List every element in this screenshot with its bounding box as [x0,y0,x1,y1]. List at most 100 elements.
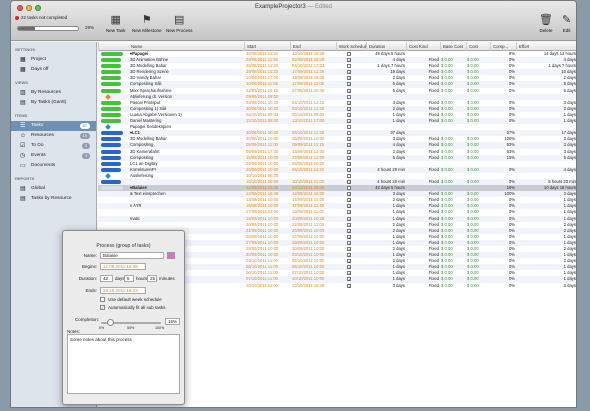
work-schedule-checkbox[interactable]: ✓ [347,228,351,233]
work-schedule-checkbox[interactable]: ✓ [347,137,351,142]
work-schedule-checkbox[interactable]: ✓ [347,240,351,245]
name-field[interactable]: Balaise [100,252,164,259]
work-schedule-checkbox[interactable]: ✓ [347,204,351,209]
auto-fit-checkbox[interactable]: ✓ [100,305,105,310]
column-header-end[interactable]: End [290,42,336,51]
sidebar-item-events[interactable]: ◷ Events 3 [11,151,96,161]
completion-tick-0: 0% [99,326,105,330]
work-schedule-checkbox[interactable]: ✓ [347,192,351,197]
sidebar-item-tasks-by-resource[interactable]: ▤ Tasks by Resource [11,194,96,204]
work-schedule-checkbox[interactable]: ✓ [347,161,351,166]
work-schedule-checkbox[interactable] [347,125,351,130]
column-header-start[interactable]: Start [244,42,290,51]
work-schedule-checkbox[interactable]: ✓ [347,247,351,252]
sidebar-item-global[interactable]: ▤ Global [11,184,96,194]
cell-comp[interactable]: 0% [491,283,515,289]
resources-icon: ☺ [20,133,27,139]
default-week-checkbox[interactable] [100,297,105,302]
sidebar-item-todo[interactable]: ☑ To Do 3 [11,141,96,151]
new-milestone-button[interactable]: ⚑ New Milestone [132,14,162,33]
notes-textarea[interactable]: Some notes about this process [67,334,180,394]
work-schedule-checkbox[interactable]: ✓ [347,119,351,124]
work-schedule-checkbox[interactable]: ✓ [347,82,351,87]
work-schedule-checkbox[interactable]: ✓ [347,155,351,160]
completion-slider[interactable] [101,319,161,326]
work-schedule-checkbox[interactable]: ✓ [347,277,351,282]
task-color-bar [101,64,121,69]
column-header-effort[interactable]: Effort [516,42,576,51]
column-header-base-cost[interactable]: Base Cost [440,42,466,51]
work-schedule-checkbox[interactable]: ✓ [347,216,351,221]
sidebar-item-documents[interactable]: ▭ Documents [11,161,96,171]
work-schedule-checkbox[interactable]: ✓ [347,100,351,105]
work-schedule-checkbox[interactable] [347,64,351,69]
cell-base[interactable]: $ 0.00 [441,283,465,289]
new-process-button[interactable]: ▤ New Process [166,14,193,33]
cell-end[interactable]: 13/10/2011 16:48 [292,283,336,289]
work-schedule-checkbox[interactable]: ✓ [347,88,351,93]
sidebar-item-by-tasks[interactable]: ▤ By Tasks (Gantt) [11,98,96,108]
column-header-cost[interactable]: Cost [466,42,490,51]
work-schedule-checkbox[interactable]: ✓ [347,112,351,117]
task-color-bar [101,119,121,124]
edit-button[interactable]: ✎ Edit [562,14,571,33]
work-schedule-checkbox[interactable]: ✓ [347,106,351,111]
work-schedule-checkbox[interactable]: ✓ [347,179,351,184]
work-schedule-checkbox[interactable]: ✓ [347,149,351,154]
work-schedule-checkbox[interactable]: ✓ [347,167,351,172]
work-schedule-checkbox[interactable]: ✓ [347,234,351,239]
column-header-cost-kind[interactable]: Cost Kind [406,42,440,51]
work-schedule-checkbox[interactable] [347,94,351,99]
task-color-bar [101,58,121,63]
work-schedule-checkbox[interactable]: ✓ [347,283,351,288]
duration-days-field[interactable]: 42 [100,275,113,282]
work-schedule-checkbox[interactable] [347,131,351,136]
work-schedule-checkbox[interactable]: ✓ [347,70,351,75]
sidebar-item-label: Tasks [31,123,44,128]
work-schedule-checkbox[interactable]: ✓ [347,198,351,203]
hours-unit-label: hours [136,276,148,281]
completion-field[interactable]: 16% [165,318,180,325]
sidebar-item-label: Global [31,186,45,191]
work-schedule-checkbox[interactable]: ✓ [347,271,351,276]
window-title-text: ExampleProjector3 [254,4,306,10]
column-header-completion[interactable]: Comp... [490,42,516,51]
work-schedule-checkbox[interactable] [347,173,351,178]
flag-icon: ⚑ [141,14,152,26]
sidebar-item-resources[interactable]: ☺ Resources 15 [11,131,96,141]
work-schedule-checkbox[interactable] [347,52,351,56]
column-header-name[interactable]: Name [98,42,244,51]
process-color-well[interactable] [167,252,175,259]
work-schedule-checkbox[interactable]: ✓ [347,143,351,148]
work-schedule-checkbox[interactable]: ✓ [347,58,351,63]
milestone-diamond-icon [105,93,111,100]
cell-effort[interactable]: 3 days [518,283,576,289]
duration-minutes-field[interactable]: 25 [147,275,157,282]
column-header-duration[interactable]: Duration [366,42,406,51]
work-schedule-checkbox[interactable]: ✓ [347,222,351,227]
work-schedule-checkbox[interactable] [347,186,351,191]
calendar-off-icon: ▦ [20,67,26,73]
sidebar-item-project[interactable]: ▦ Project [11,55,96,65]
completion-slider-knob[interactable] [107,319,115,326]
column-header-work-schedule[interactable]: Work Schedule [336,42,366,51]
work-schedule-checkbox[interactable]: ✓ [347,76,351,81]
sidebar-item-days-off[interactable]: ▦ Days off [11,65,96,75]
sidebar-item-by-resources[interactable]: ▥ By Resources [11,88,96,98]
work-schedule-checkbox[interactable]: ✓ [347,253,351,258]
new-task-button[interactable]: ▦ New Task [106,14,125,33]
sidebar-item-tasks[interactable]: ☰ Tasks 57 [11,121,96,131]
duration-hours-field[interactable]: 5 [124,275,134,282]
cell-kind2[interactable]: Fixed [407,283,439,289]
cell-cost[interactable]: $ 0.00 [467,283,489,289]
work-schedule-checkbox[interactable]: ✓ [347,210,351,215]
begins-field[interactable]: 12.09.2011 16:48 [100,263,146,270]
cell-dur[interactable]: 3 days [367,283,405,289]
delete-button[interactable]: 🗑 Delete [539,14,553,33]
cell-start[interactable]: 10/10/2011 11:00 [246,283,290,289]
ends-field[interactable]: 26.10.2011 16:23 [100,287,146,294]
task-color-bar [101,76,121,81]
work-schedule-checkbox[interactable]: ✓ [347,265,351,270]
window-title: ExampleProjector3 — Edited [11,4,576,10]
work-schedule-checkbox[interactable]: ✓ [347,259,351,264]
